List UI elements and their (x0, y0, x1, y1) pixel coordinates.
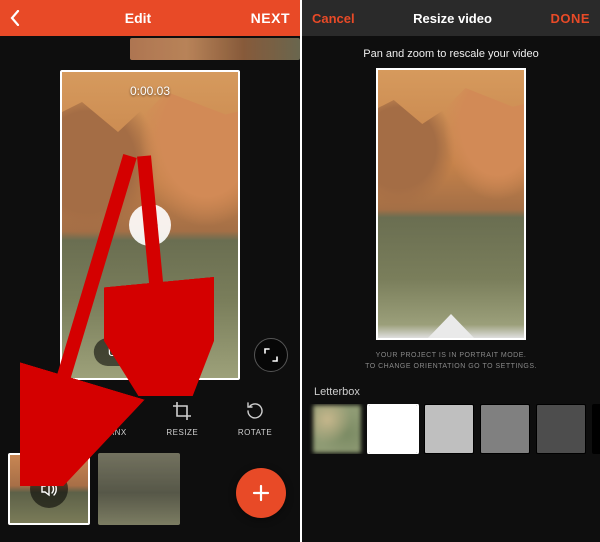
resize-screen: Cancel Resize video DONE Pan and zoom to… (300, 0, 600, 542)
swatch-white[interactable] (368, 404, 418, 454)
resize-stage: YOUR PROJECT IS IN PORTRAIT MODE. TO CHA… (302, 68, 600, 380)
tool-label: SPEED (28, 428, 58, 437)
fullscreen-button[interactable] (254, 338, 288, 372)
rotate-icon (242, 398, 268, 424)
speaker-icon (40, 480, 58, 498)
edit-toolbar: SPEED TRANX RESIZE ROTATE (0, 384, 300, 446)
edit-title: Edit (30, 10, 246, 26)
next-button[interactable]: NEXT (246, 10, 290, 26)
delete-button[interactable]: Delete (158, 345, 193, 359)
tool-resize[interactable]: RESIZE (166, 398, 198, 437)
edit-screen: Edit NEXT 0:00.03 Undo Delete (0, 0, 300, 542)
chevron-left-icon (10, 10, 20, 26)
undo-delete-pill: Undo Delete (94, 338, 206, 366)
tool-label: RESIZE (166, 428, 198, 437)
separator (147, 345, 148, 359)
swatch-blur[interactable] (312, 404, 362, 454)
tool-label: ROTATE (238, 428, 272, 437)
swatch-lightgray[interactable] (424, 404, 474, 454)
swatch-gray[interactable] (480, 404, 530, 454)
plus-icon (251, 483, 271, 503)
tool-tranx[interactable]: TRANX (97, 398, 127, 437)
video-frame[interactable]: 0:00.03 Undo Delete (60, 70, 240, 380)
timestamp: 0:00.03 (130, 84, 170, 98)
fullscreen-icon (264, 348, 278, 362)
add-clip-button[interactable] (236, 468, 286, 518)
undo-button[interactable]: Undo (108, 345, 137, 359)
letterbox-label: Letterbox (302, 380, 600, 404)
clip-thumb-1[interactable] (8, 453, 90, 525)
resize-frame[interactable] (376, 68, 526, 340)
crop-icon (169, 398, 195, 424)
edit-topbar: Edit NEXT (0, 0, 300, 36)
speed-icon (30, 398, 56, 424)
tool-speed[interactable]: SPEED (28, 398, 58, 437)
done-button[interactable]: DONE (550, 11, 590, 26)
clip-tray (0, 446, 300, 532)
resize-title: Resize video (355, 11, 551, 26)
boat-tip (426, 314, 476, 340)
video-preview: 0:00.03 Undo Delete (0, 66, 300, 384)
orientation-note: YOUR PROJECT IS IN PORTRAIT MODE. TO CHA… (365, 340, 537, 380)
timeline-strip (130, 38, 300, 60)
swatch-darkgray[interactable] (536, 404, 586, 454)
cancel-button[interactable]: Cancel (312, 11, 355, 26)
resize-topbar: Cancel Resize video DONE (302, 0, 600, 36)
play-icon (145, 217, 159, 233)
clip-audio-button[interactable] (30, 470, 68, 508)
play-button[interactable] (129, 204, 171, 246)
transition-icon (99, 398, 125, 424)
back-button[interactable] (10, 10, 30, 26)
timeline[interactable] (0, 38, 300, 60)
tool-label: TRANX (97, 428, 127, 437)
clip-thumb-2[interactable] (98, 453, 180, 525)
letterbox-swatches (302, 404, 600, 454)
swatch-black[interactable] (592, 404, 600, 454)
resize-hint: Pan and zoom to rescale your video (302, 36, 600, 68)
tool-rotate[interactable]: ROTATE (238, 398, 272, 437)
